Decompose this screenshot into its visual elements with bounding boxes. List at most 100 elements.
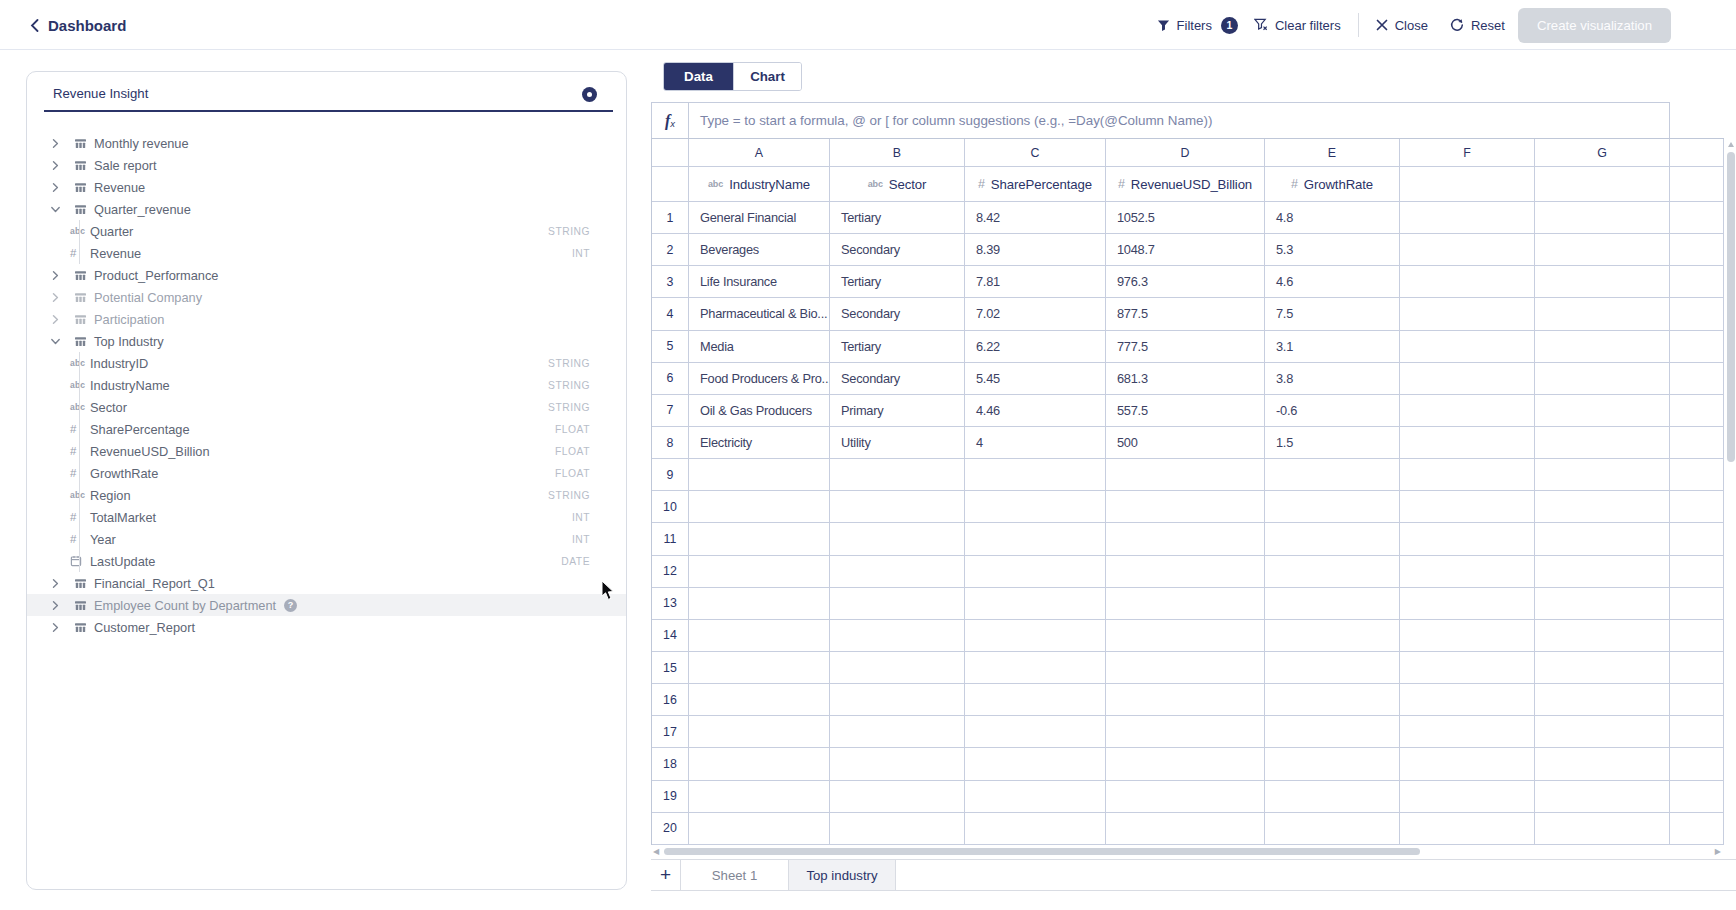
reset-button[interactable]: Reset (1450, 18, 1505, 33)
cell-F20[interactable] (1400, 813, 1535, 845)
cell-B14[interactable] (830, 620, 965, 652)
cell-G10[interactable] (1535, 491, 1670, 523)
tree-table-monthly-revenue[interactable]: Monthly revenue (27, 132, 626, 154)
cell-C4[interactable]: 7.02 (965, 298, 1106, 330)
cell-A20[interactable] (689, 813, 830, 845)
cell-H5[interactable] (1670, 331, 1724, 363)
cell-A16[interactable] (689, 684, 830, 716)
cell-C1[interactable]: 8.42 (965, 202, 1106, 234)
cell-A18[interactable] (689, 748, 830, 780)
cell-C11[interactable] (965, 523, 1106, 555)
column-header-a[interactable]: A (689, 139, 830, 167)
cell-G12[interactable] (1535, 556, 1670, 588)
cell-C12[interactable] (965, 556, 1106, 588)
field-header-growthrate[interactable]: #GrowthRate (1265, 167, 1400, 202)
cell-H15[interactable] (1670, 652, 1724, 684)
cell-A3[interactable]: Life Insurance (689, 266, 830, 298)
row-number-8[interactable]: 8 (652, 427, 689, 459)
field-header-sharepercentage[interactable]: #SharePercentage (965, 167, 1106, 202)
chevron-down-icon[interactable] (50, 336, 61, 347)
tree-field-revenue[interactable]: #RevenueINT (27, 242, 626, 264)
tree-table-product-performance[interactable]: Product_Performance (27, 264, 626, 286)
search-field[interactable]: Revenue Insight (44, 76, 613, 112)
target-icon[interactable] (582, 87, 597, 102)
cell-B19[interactable] (830, 781, 965, 813)
field-header-revenueusd_billion[interactable]: #RevenueUSD_Billion (1106, 167, 1265, 202)
cell-B13[interactable] (830, 588, 965, 620)
cell-F6[interactable] (1400, 363, 1535, 395)
cell-D16[interactable] (1106, 684, 1265, 716)
cell-E17[interactable] (1265, 716, 1400, 748)
cell-G14[interactable] (1535, 620, 1670, 652)
chevron-right-icon[interactable] (50, 600, 61, 611)
cell-E8[interactable]: 1.5 (1265, 427, 1400, 459)
sheet-tab-sheet1[interactable]: Sheet 1 (680, 860, 788, 890)
cell-E3[interactable]: 4.6 (1265, 266, 1400, 298)
tree-field-sharepercentage[interactable]: #SharePercentageFLOAT (27, 418, 626, 440)
cell-A9[interactable] (689, 459, 830, 491)
scroll-left-arrow[interactable]: ◀ (653, 847, 659, 856)
cell-C7[interactable]: 4.46 (965, 395, 1106, 427)
vertical-scroll-thumb[interactable] (1727, 152, 1735, 462)
cell-B15[interactable] (830, 652, 965, 684)
tree-table-potential-company[interactable]: Potential Company (27, 286, 626, 308)
tree-field-lastupdate[interactable]: LastUpdateDATE (27, 550, 626, 572)
row-number-9[interactable]: 9 (652, 459, 689, 491)
cell-C9[interactable] (965, 459, 1106, 491)
cell-G1[interactable] (1535, 202, 1670, 234)
tab-data[interactable]: Data (664, 63, 733, 90)
cell-C10[interactable] (965, 491, 1106, 523)
cell-B17[interactable] (830, 716, 965, 748)
cell-H13[interactable] (1670, 588, 1724, 620)
column-header-c[interactable]: C (965, 139, 1106, 167)
row-number-3[interactable]: 3 (652, 266, 689, 298)
horizontal-scrollbar[interactable]: ◀ ▶ (651, 846, 1725, 857)
cell-C20[interactable] (965, 813, 1106, 845)
row-number-15[interactable]: 15 (652, 652, 689, 684)
cell-G7[interactable] (1535, 395, 1670, 427)
cell-A17[interactable] (689, 716, 830, 748)
chevron-right-icon[interactable] (50, 314, 61, 325)
cell-A7[interactable]: Oil & Gas Producers (689, 395, 830, 427)
cell-F8[interactable] (1400, 427, 1535, 459)
cell-B11[interactable] (830, 523, 965, 555)
cell-H12[interactable] (1670, 556, 1724, 588)
column-header-g[interactable]: G (1535, 139, 1670, 167)
cell-B6[interactable]: Secondary (830, 363, 965, 395)
cell-B9[interactable] (830, 459, 965, 491)
cell-F12[interactable] (1400, 556, 1535, 588)
tab-chart[interactable]: Chart (733, 63, 801, 90)
cell-B4[interactable]: Secondary (830, 298, 965, 330)
cell-A6[interactable]: Food Producers & Pro... (689, 363, 830, 395)
tree-table-revenue[interactable]: Revenue (27, 176, 626, 198)
row-number-6[interactable]: 6 (652, 363, 689, 395)
cell-D18[interactable] (1106, 748, 1265, 780)
cell-C14[interactable] (965, 620, 1106, 652)
cell-H7[interactable] (1670, 395, 1724, 427)
cell-F1[interactable] (1400, 202, 1535, 234)
cell-H18[interactable] (1670, 748, 1724, 780)
tree-field-region[interactable]: abcRegionSTRING (27, 484, 626, 506)
column-header-f[interactable]: F (1400, 139, 1535, 167)
cell-D6[interactable]: 681.3 (1106, 363, 1265, 395)
cell-E13[interactable] (1265, 588, 1400, 620)
cell-F17[interactable] (1400, 716, 1535, 748)
cell-F14[interactable] (1400, 620, 1535, 652)
cell-D2[interactable]: 1048.7 (1106, 234, 1265, 266)
cell-D14[interactable] (1106, 620, 1265, 652)
cell-H8[interactable] (1670, 427, 1724, 459)
row-number-2[interactable]: 2 (652, 234, 689, 266)
cell-E12[interactable] (1265, 556, 1400, 588)
row-number-17[interactable]: 17 (652, 716, 689, 748)
cell-H17[interactable] (1670, 716, 1724, 748)
row-number-12[interactable]: 12 (652, 556, 689, 588)
cell-C13[interactable] (965, 588, 1106, 620)
cell-A4[interactable]: Pharmaceutical & Bio... (689, 298, 830, 330)
row-number-1[interactable]: 1 (652, 202, 689, 234)
cell-F5[interactable] (1400, 331, 1535, 363)
vertical-scrollbar[interactable] (1727, 139, 1735, 845)
tree-table-participation[interactable]: Participation (27, 308, 626, 330)
cell-B12[interactable] (830, 556, 965, 588)
column-header-b[interactable]: B (830, 139, 965, 167)
cell-F19[interactable] (1400, 781, 1535, 813)
